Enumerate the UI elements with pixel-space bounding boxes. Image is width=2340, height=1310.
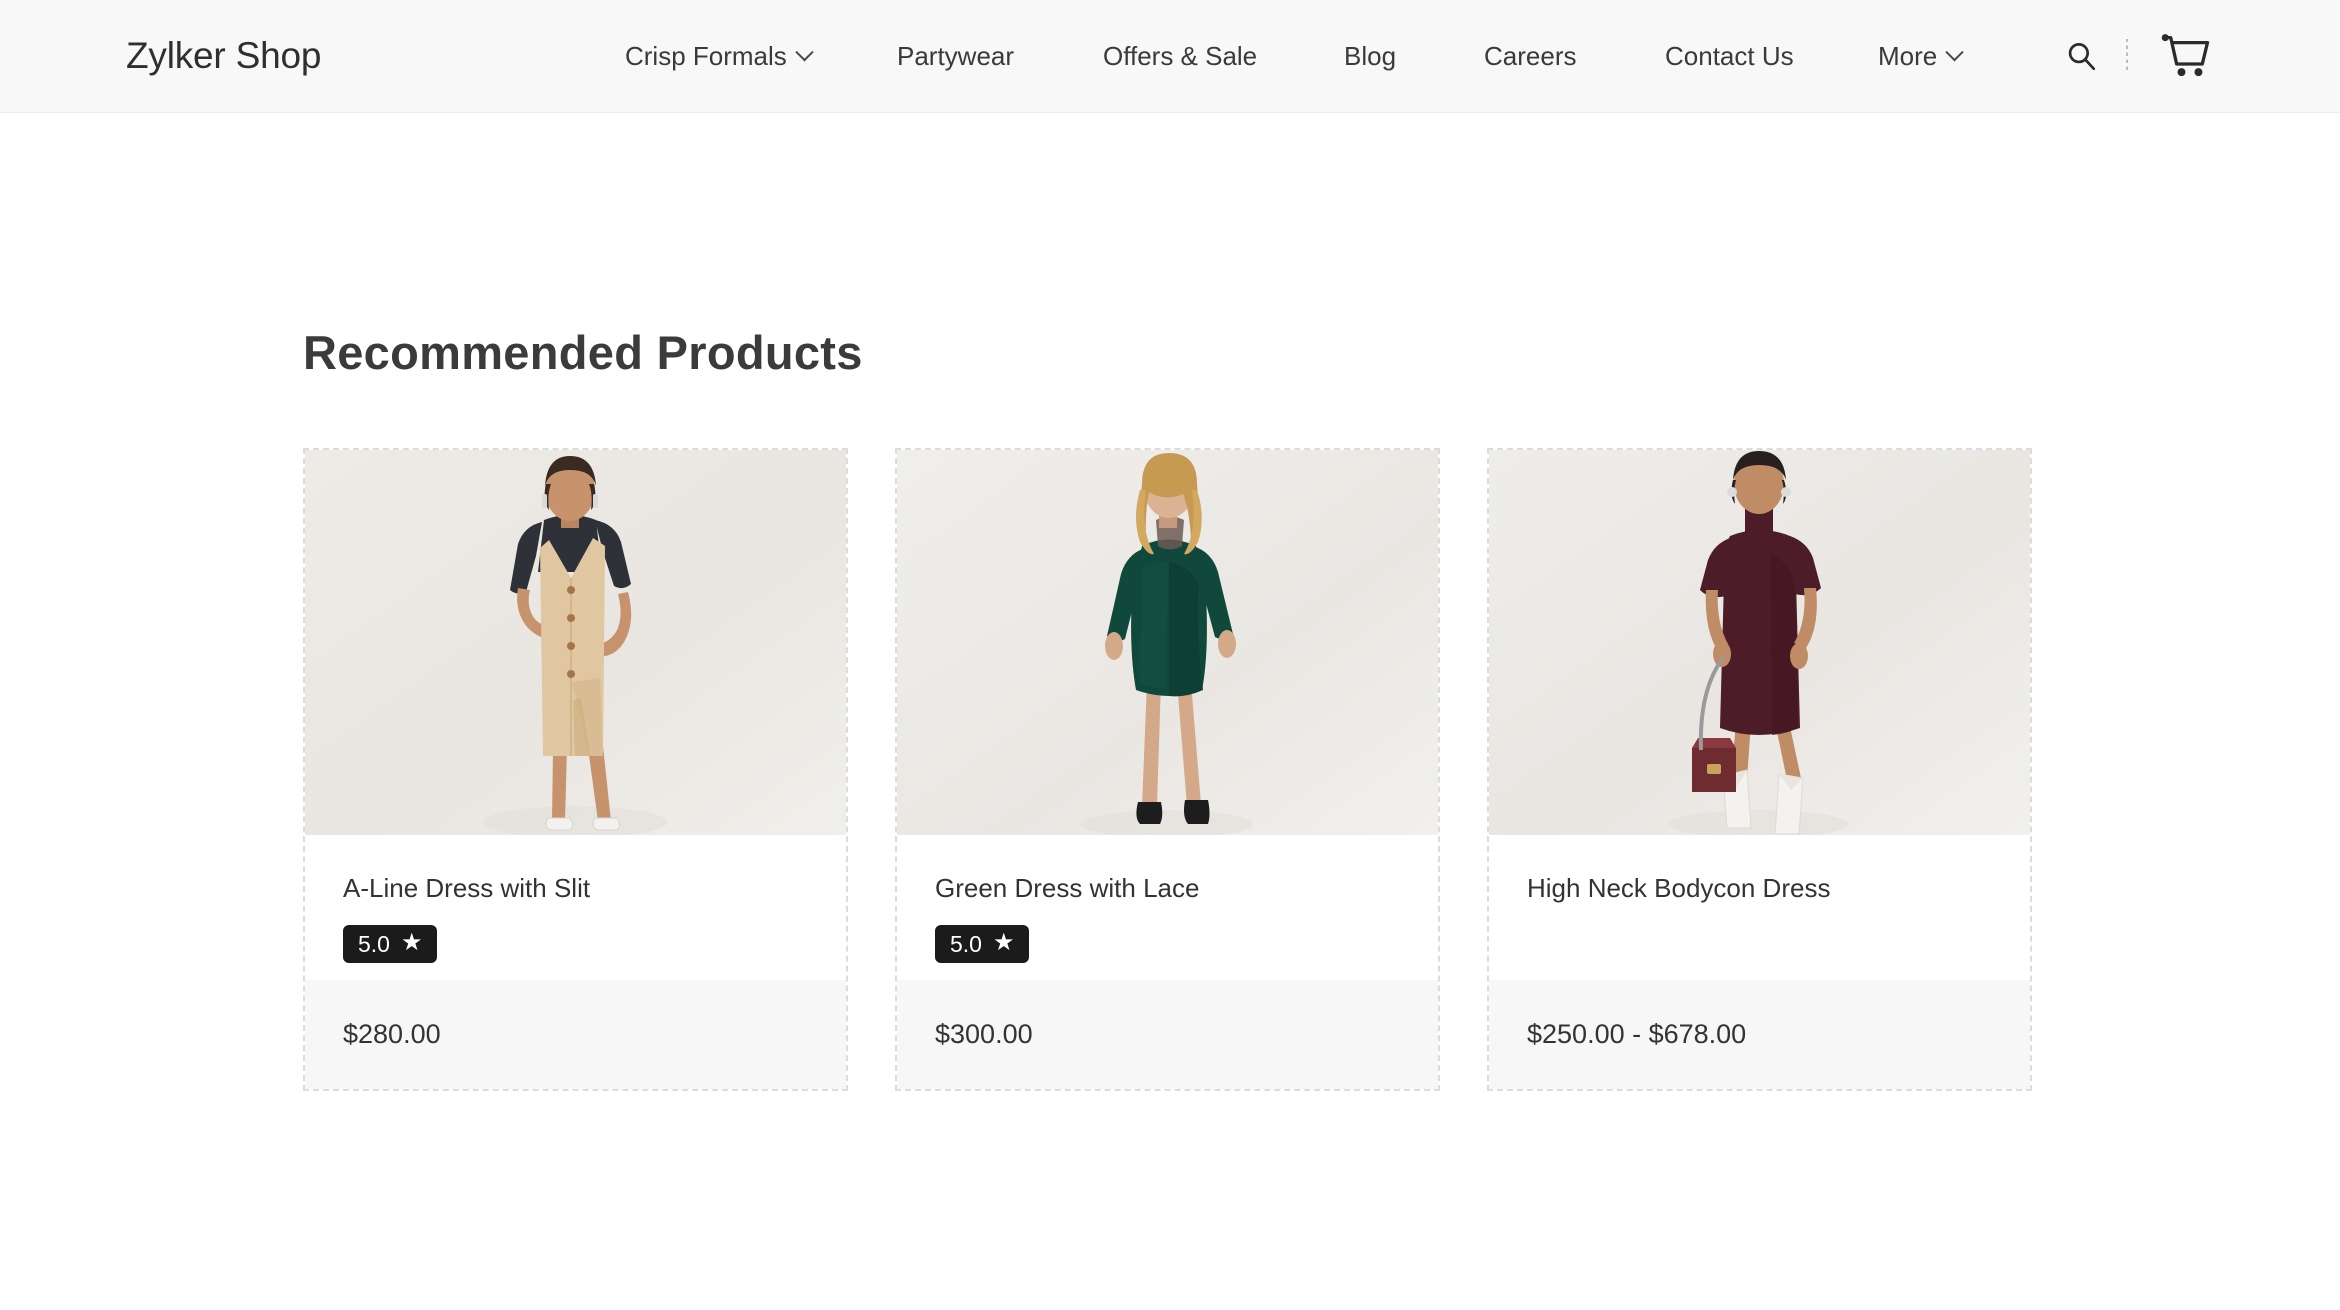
product-card[interactable]: High Neck Bodycon Dress $250.00 - $678.0… [1487,448,2032,1091]
chevron-down-icon [795,42,814,61]
rating-value: 5.0 [950,930,982,957]
rating-badge: 5.0 ★ [343,925,437,964]
product-card[interactable]: Green Dress with Lace 5.0 ★ $300.00 [895,448,1440,1091]
product-photo-beige-pinafore-dress [305,450,846,835]
page-title: Recommended Products [303,326,863,379]
product-price: $250.00 - $678.00 [1489,980,2030,1089]
nav-item-contact-us[interactable]: Contact Us [1665,43,1794,69]
nav-label: Contact Us [1665,41,1794,71]
header-divider [2126,39,2128,73]
nav-item-blog[interactable]: Blog [1344,43,1396,69]
product-grid: A-Line Dress with Slit 5.0 ★ $280.00 Gre… [303,448,2032,1091]
nav-label: More [1878,41,1938,71]
product-image[interactable] [897,450,1438,835]
product-title: Green Dress with Lace [935,873,1200,903]
product-title: A-Line Dress with Slit [343,873,591,903]
nav-label: Blog [1344,41,1397,71]
product-price: $280.00 [305,980,846,1089]
nav-item-more[interactable]: More [1878,41,1964,71]
product-image[interactable] [305,450,846,835]
nav-label: Partywear [897,41,1015,71]
site-header: Zylker Shop Crisp Formals Partywear Offe… [0,0,2340,113]
nav-label: Offers & Sale [1103,41,1258,71]
nav-label: Careers [1484,41,1577,71]
shopping-cart-icon[interactable] [2156,30,2216,82]
nav-item-careers[interactable]: Careers [1484,43,1576,69]
nav-item-offers-and-sale[interactable]: Offers & Sale [1103,43,1257,69]
product-card[interactable]: A-Line Dress with Slit 5.0 ★ $280.00 [303,448,848,1091]
rating-value: 5.0 [358,930,390,957]
product-photo-green-lace-dress [897,450,1438,835]
nav-item-partywear[interactable]: Partywear [897,43,1014,69]
nav-label: Crisp Formals [625,41,787,71]
rating-badge: 5.0 ★ [935,925,1029,964]
product-image[interactable] [1489,450,2030,835]
brand-logo[interactable]: Zylker Shop [126,35,321,77]
product-title: High Neck Bodycon Dress [1527,873,1831,903]
nav-item-crisp-formals[interactable]: Crisp Formals [625,41,814,71]
star-icon: ★ [400,929,423,957]
product-photo-burgundy-high-neck-dress [1489,450,2030,835]
product-info: Green Dress with Lace 5.0 ★ [897,835,1438,980]
chevron-down-icon [1945,42,1964,61]
product-info: A-Line Dress with Slit 5.0 ★ [305,835,846,980]
product-price: $300.00 [897,980,1438,1089]
product-info: High Neck Bodycon Dress [1489,835,2030,980]
header-actions [2058,30,2216,82]
star-icon: ★ [992,929,1015,957]
search-icon[interactable] [2058,33,2104,79]
